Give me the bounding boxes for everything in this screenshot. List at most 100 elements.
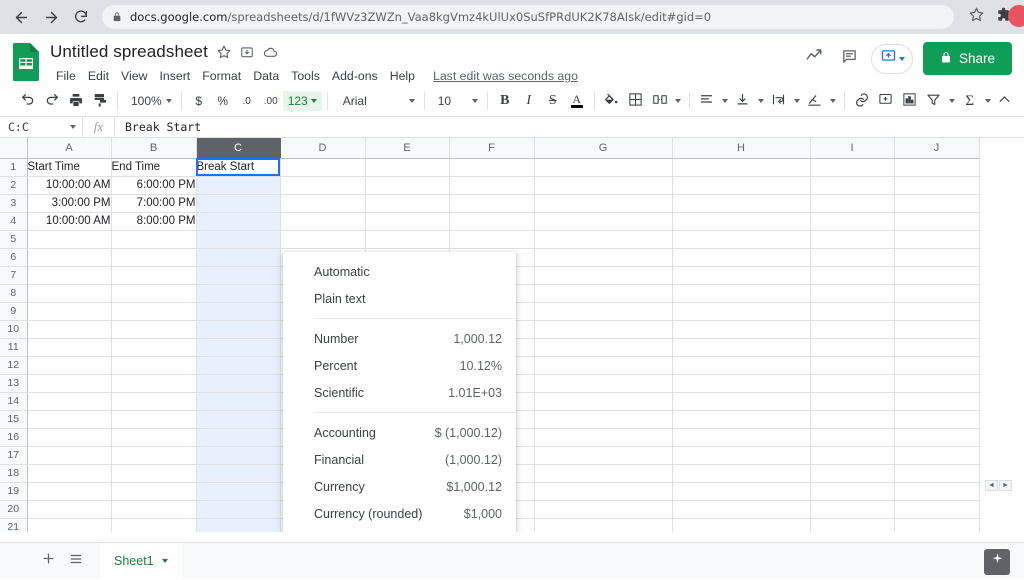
cell-h8[interactable] [672,284,810,302]
strikethrough-button[interactable]: S [541,89,565,113]
menu-edit[interactable]: Edit [82,67,115,85]
cell-a20[interactable] [27,500,111,518]
cell-i4[interactable] [810,212,894,230]
zoom-selector[interactable]: 100% [123,89,176,113]
cell-c17[interactable] [196,446,280,464]
cell-e2[interactable] [365,176,449,194]
row-header-20[interactable]: 20 [0,500,27,518]
cell-a11[interactable] [27,338,111,356]
cell-j21[interactable] [894,518,979,532]
cell-b2[interactable]: 6:00:00 PM [111,176,196,194]
cell-f2[interactable] [449,176,534,194]
increase-decimal-button[interactable]: .00 [259,89,283,113]
cell-c11[interactable] [196,338,280,356]
cell-j11[interactable] [894,338,979,356]
cell-h9[interactable] [672,302,810,320]
cell-a8[interactable] [27,284,111,302]
row-header-15[interactable]: 15 [0,410,27,428]
cell-c8[interactable] [196,284,280,302]
column-header-f[interactable]: F [449,138,534,158]
insert-comment-button[interactable] [874,89,898,113]
cell-d4[interactable] [280,212,365,230]
format-item-scientific[interactable]: Scientific 1.01E+03 [283,379,516,406]
percent-format-button[interactable]: % [211,89,235,113]
cell-g21[interactable] [534,518,672,532]
column-header-d[interactable]: D [280,138,365,158]
collapse-toolbar-button[interactable] [992,89,1016,113]
cell-a19[interactable] [27,482,111,500]
cell-b13[interactable] [111,374,196,392]
cell-b9[interactable] [111,302,196,320]
bookmark-button[interactable] [964,5,988,29]
row-header-12[interactable]: 12 [0,356,27,374]
last-edit-status[interactable]: Last edit was seconds ago [433,69,578,83]
merge-dropdown[interactable] [672,89,684,113]
add-sheet-button[interactable] [34,547,62,575]
cell-g15[interactable] [534,410,672,428]
cell-c13[interactable] [196,374,280,392]
chevron-down-icon[interactable] [162,559,168,563]
row-header-17[interactable]: 17 [0,446,27,464]
cell-h15[interactable] [672,410,810,428]
cell-b16[interactable] [111,428,196,446]
cell-b12[interactable] [111,356,196,374]
cell-a2[interactable]: 10:00:00 AM [27,176,111,194]
menu-format[interactable]: Format [196,67,247,85]
horizontal-scroll-arrows[interactable]: ◄ ► [985,480,1012,491]
cell-c4[interactable] [196,212,280,230]
cell-c15[interactable] [196,410,280,428]
cell-h11[interactable] [672,338,810,356]
cell-a6[interactable] [27,248,111,266]
cell-h6[interactable] [672,248,810,266]
cell-b8[interactable] [111,284,196,302]
undo-button[interactable] [16,89,40,113]
text-color-button[interactable]: A [565,89,589,113]
reload-button[interactable] [68,4,94,30]
cell-i5[interactable] [810,230,894,248]
cell-a10[interactable] [27,320,111,338]
filter-button[interactable] [922,89,946,113]
column-header-g[interactable]: G [534,138,672,158]
cell-c9[interactable] [196,302,280,320]
cell-j5[interactable] [894,230,979,248]
italic-button[interactable]: I [517,89,541,113]
cell-e1[interactable] [365,158,449,176]
cell-b10[interactable] [111,320,196,338]
cell-b15[interactable] [111,410,196,428]
cell-h21[interactable] [672,518,810,532]
paint-format-button[interactable] [88,89,112,113]
format-item-number[interactable]: Number 1,000.12 [283,325,516,352]
cell-c18[interactable] [196,464,280,482]
cell-j13[interactable] [894,374,979,392]
cell-g7[interactable] [534,266,672,284]
cell-g1[interactable] [534,158,672,176]
row-header-3[interactable]: 3 [0,194,27,212]
cell-b19[interactable] [111,482,196,500]
cell-c20[interactable] [196,500,280,518]
cell-i7[interactable] [810,266,894,284]
number-format-button[interactable]: 123 [283,91,322,111]
horizontal-align-dropdown[interactable] [719,89,731,113]
print-button[interactable] [64,89,88,113]
cell-a7[interactable] [27,266,111,284]
cell-c5[interactable] [196,230,280,248]
cell-a15[interactable] [27,410,111,428]
row-header-2[interactable]: 2 [0,176,27,194]
cell-h13[interactable] [672,374,810,392]
cell-b20[interactable] [111,500,196,518]
cell-j14[interactable] [894,392,979,410]
font-family-selector[interactable]: Arial [333,89,419,113]
cell-c3[interactable] [196,194,280,212]
cell-b3[interactable]: 7:00:00 PM [111,194,196,212]
cell-h12[interactable] [672,356,810,374]
menu-addons[interactable]: Add-ons [326,67,384,85]
cell-c16[interactable] [196,428,280,446]
cell-j6[interactable] [894,248,979,266]
merge-cells-button[interactable] [648,89,672,113]
cell-a3[interactable]: 3:00:00 PM [27,194,111,212]
cell-a4[interactable]: 10:00:00 AM [27,212,111,230]
comments-button[interactable] [835,44,865,74]
cell-h10[interactable] [672,320,810,338]
cell-j16[interactable] [894,428,979,446]
cell-i18[interactable] [810,464,894,482]
